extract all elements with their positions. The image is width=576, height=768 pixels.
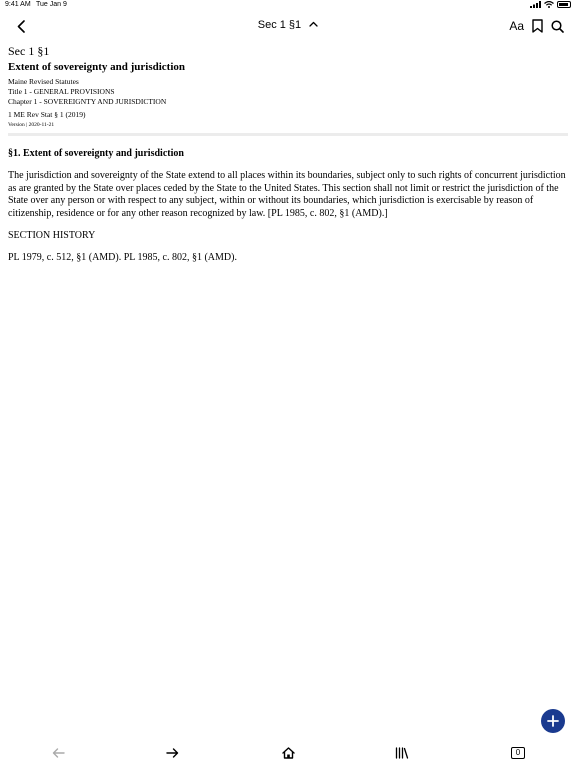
source-name: Maine Revised Statutes bbox=[8, 77, 79, 86]
nav-title-container: Sec 1 §1 bbox=[0, 19, 576, 31]
search-button[interactable] bbox=[551, 16, 564, 36]
header-divider bbox=[8, 133, 568, 136]
history-heading: SECTION HISTORY bbox=[8, 230, 96, 241]
app-screen: 9:41 AM Tue Jan 9 Sec 1 §1 Aa Sec 1 §1 E… bbox=[0, 0, 576, 768]
section-switcher[interactable]: Sec 1 §1 bbox=[258, 19, 318, 31]
chapter-line: Chapter 1 - SOVEREIGNTY AND JURISDICTION bbox=[8, 97, 167, 106]
body-text: The jurisdiction and sovereignty of the … bbox=[8, 170, 566, 219]
tabs-icon: 0 bbox=[511, 747, 525, 759]
font-size-button[interactable]: Aa bbox=[509, 16, 524, 36]
home-icon bbox=[281, 747, 295, 759]
document-title: Extent of sovereignty and jurisdiction bbox=[8, 61, 186, 73]
status-time: 9:41 AM bbox=[5, 1, 31, 8]
arrow-left-icon bbox=[52, 748, 65, 758]
tabs-button[interactable]: 0 bbox=[508, 744, 528, 762]
status-date: Tue Jan 9 bbox=[36, 1, 67, 8]
battery-icon bbox=[557, 1, 571, 8]
status-indicators bbox=[530, 1, 571, 8]
previous-button[interactable] bbox=[48, 744, 68, 762]
nav-title: Sec 1 §1 bbox=[257, 19, 302, 31]
next-button[interactable] bbox=[162, 744, 182, 762]
citation: 1 ME Rev Stat § 1 (2019) bbox=[8, 110, 86, 119]
cellular-signal-icon bbox=[530, 1, 541, 8]
chevron-up-icon bbox=[309, 21, 318, 27]
title-line: Title 1 - GENERAL PROVISIONS bbox=[8, 87, 115, 96]
version-info: Version | 2020-11-21 bbox=[8, 122, 55, 128]
library-icon bbox=[395, 747, 409, 759]
add-button[interactable] bbox=[541, 709, 565, 733]
bottom-toolbar: 0 bbox=[0, 738, 576, 768]
search-icon bbox=[551, 19, 564, 33]
body-heading: §1. Extent of sovereignty and jurisdicti… bbox=[8, 148, 184, 159]
wifi-icon bbox=[544, 1, 554, 8]
bookmark-button[interactable] bbox=[532, 16, 543, 36]
plus-icon bbox=[547, 715, 559, 727]
home-button[interactable] bbox=[278, 744, 298, 762]
library-button[interactable] bbox=[392, 744, 412, 762]
history-text: PL 1979, c. 512, §1 (AMD). PL 1985, c. 8… bbox=[8, 252, 237, 263]
nav-bar: Sec 1 §1 Aa bbox=[0, 12, 576, 40]
back-button[interactable] bbox=[12, 16, 30, 36]
section-label: Sec 1 §1 bbox=[8, 44, 50, 58]
nav-actions: Aa bbox=[509, 16, 564, 36]
arrow-right-icon bbox=[165, 748, 178, 758]
chevron-left-icon bbox=[17, 19, 25, 33]
bookmark-icon bbox=[532, 19, 543, 33]
status-bar: 9:41 AM Tue Jan 9 bbox=[0, 0, 576, 12]
